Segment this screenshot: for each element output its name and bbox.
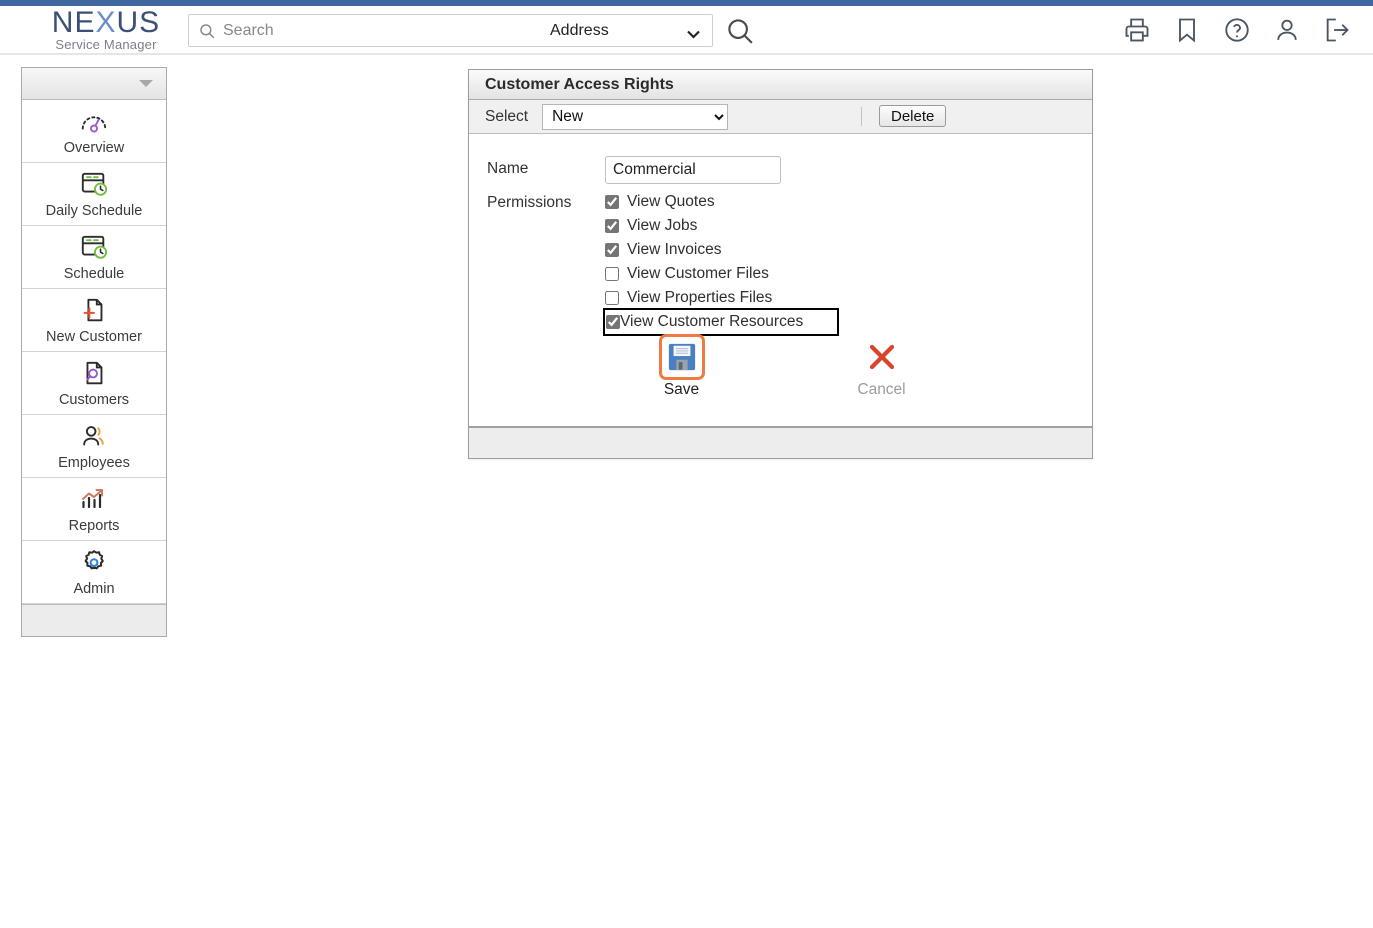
sidebar-item-schedule[interactable]: Schedule [22,226,166,289]
select-label: Select [485,107,529,125]
permission-label: View Invoices [627,241,722,258]
customer-access-rights-panel: Customer Access Rights Select New Delete… [468,69,1093,459]
calendar-clock-icon [79,233,109,263]
logo-tagline: Service Manager [55,37,157,52]
search-icon [725,19,755,49]
sidebar-item-label: Daily Schedule [45,202,143,219]
sidebar-item-label: Reports [68,517,120,534]
logo-wordmark: NEXUS [26,8,186,38]
search-bar: Address [188,14,713,47]
permission-checkbox[interactable] [605,195,619,209]
permission-checkbox[interactable] [605,267,619,281]
permission-label: View Properties Files [627,289,773,306]
permission-view-properties-files[interactable]: View Properties Files [605,286,837,310]
save-button[interactable]: Save [634,334,730,399]
access-rights-select[interactable]: New [542,103,729,130]
gear-icon [79,548,109,578]
sidebar-item-daily-schedule[interactable]: Daily Schedule [22,163,166,226]
logout-icon[interactable] [1323,16,1351,44]
name-label: Name [487,160,529,177]
document-search-icon [80,359,108,389]
logo-x: X [95,6,117,39]
panel-toolbar: Select New Delete [469,100,1092,134]
sidebar-item-employees[interactable]: Employees [22,415,166,478]
app-logo[interactable]: NEXUS Service Manager [26,8,186,54]
sidebar-item-label: Employees [58,454,130,471]
sidebar-item-label: Customers [58,391,130,408]
bookmark-icon[interactable] [1173,16,1201,44]
floppy-disk-icon [658,334,705,380]
logo-suffix: US [116,6,161,39]
user-icon[interactable] [1273,16,1301,44]
cancel-label: Cancel [857,381,906,398]
gauge-icon [79,107,109,137]
print-icon[interactable] [1123,16,1151,44]
save-label: Save [663,381,700,398]
logo-prefix: NE [51,6,96,39]
search-icon [198,22,216,40]
panel-title: Customer Access Rights [469,70,1092,100]
sidebar-footer [22,604,166,636]
panel-body: Name Permissions View Quotes View Jobs V… [469,134,1092,426]
sidebar-item-label: Schedule [63,265,125,282]
permission-view-jobs[interactable]: View Jobs [605,214,837,238]
permission-label: View Quotes [627,193,715,210]
action-bar: Save Cancel [469,334,1094,399]
permission-view-customer-files[interactable]: View Customer Files [605,262,837,286]
sidebar-nav: Overview Daily Schedule Schedule New Cus… [21,67,167,637]
sidebar-collapse-button[interactable] [22,68,166,100]
permission-checkbox[interactable] [605,291,619,305]
sidebar-item-label: Overview [63,139,125,156]
name-row: Name [487,156,1092,184]
calendar-clock-icon [79,170,109,200]
permission-checkbox[interactable] [605,219,619,233]
cancel-button[interactable]: Cancel [834,334,930,399]
permission-label: View Customer Resources [620,313,804,330]
search-scope-select[interactable]: Address [548,18,708,43]
toolbar-separator [861,107,862,126]
permissions-list: View Quotes View Jobs View Invoices View… [603,190,839,336]
sidebar-item-label: Admin [73,580,115,597]
help-icon[interactable] [1223,16,1251,44]
chart-trend-icon [79,485,109,515]
sidebar-item-overview[interactable]: Overview [22,100,166,163]
sidebar-item-admin[interactable]: Admin [22,541,166,604]
permission-view-invoices[interactable]: View Invoices [605,238,837,262]
document-plus-icon [80,296,108,326]
name-input[interactable] [605,156,781,184]
panel-footer [469,426,1092,458]
header-icon-group [1123,16,1351,44]
permission-label: View Customer Files [627,265,769,282]
app-header: NEXUS Service Manager Address [0,6,1373,55]
chevron-down-icon [139,80,153,87]
permission-view-quotes[interactable]: View Quotes [605,190,837,214]
sidebar-item-customers[interactable]: Customers [22,352,166,415]
x-icon [859,334,905,380]
sidebar-item-label: New Customer [46,328,142,345]
permission-view-customer-resources[interactable]: View Customer Resources [603,308,839,336]
permissions-label: Permissions [487,194,572,211]
sidebar-item-new-customer[interactable]: New Customer [22,289,166,352]
delete-button[interactable]: Delete [879,105,947,127]
permission-label: View Jobs [627,217,698,234]
search-submit-button[interactable] [725,16,755,46]
permission-checkbox[interactable] [606,315,620,329]
people-icon [79,422,109,452]
permissions-row: Permissions View Quotes View Jobs View I… [487,190,1092,336]
search-input[interactable] [221,15,551,46]
sidebar-item-reports[interactable]: Reports [22,478,166,541]
permission-checkbox[interactable] [605,243,619,257]
